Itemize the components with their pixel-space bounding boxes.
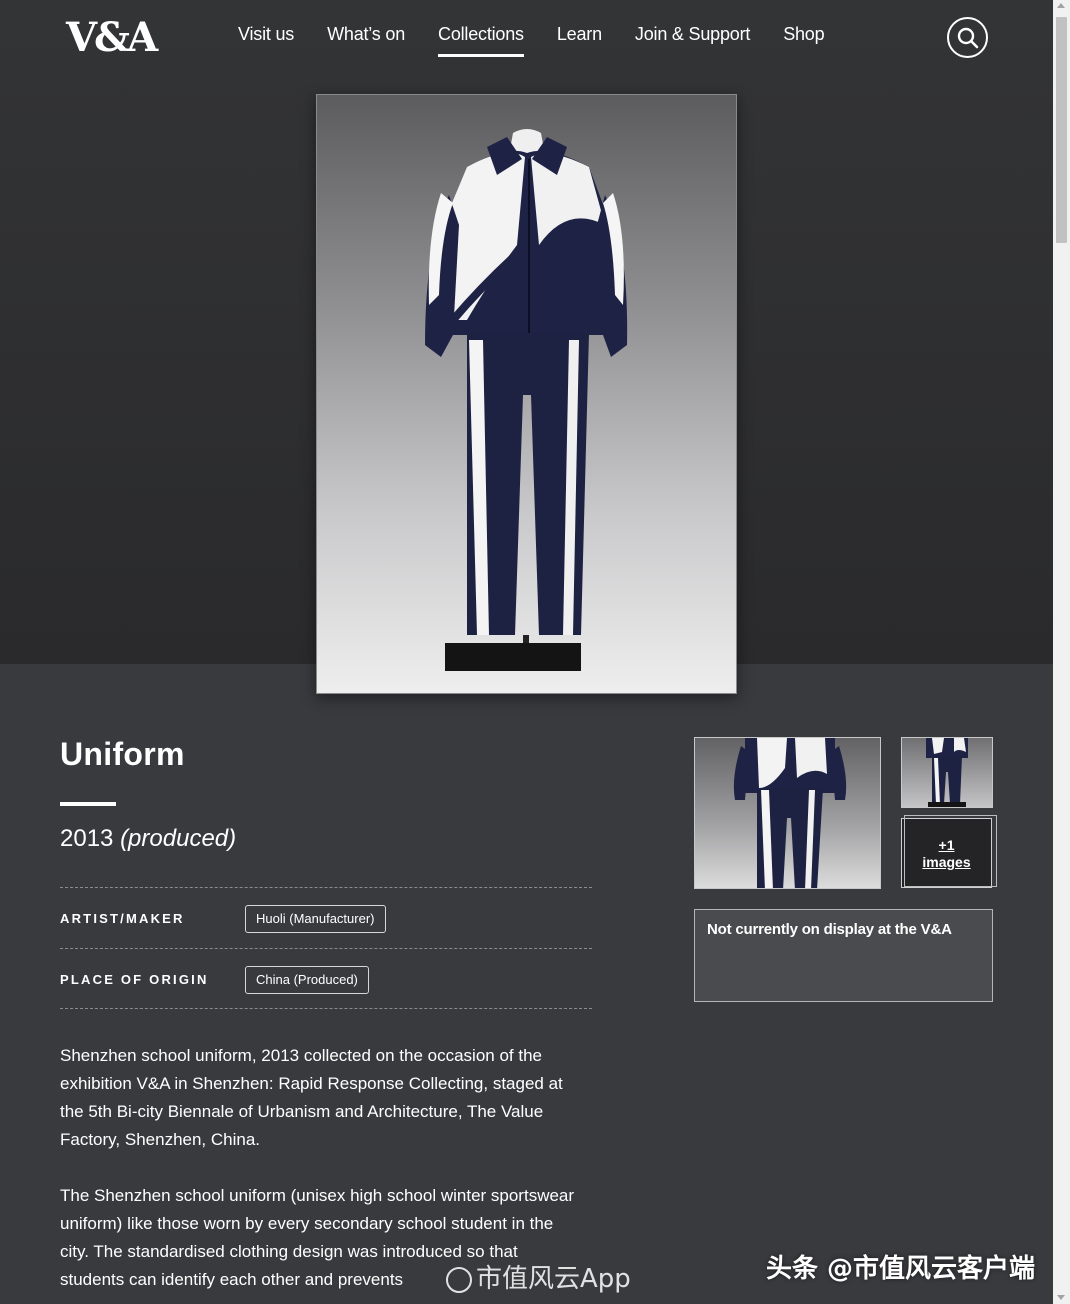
toutiao-watermark: 头条 @市值风云客户端 <box>766 1254 1036 1284</box>
nav-shop[interactable]: Shop <box>783 24 824 57</box>
artist-tag[interactable]: Huoli (Manufacturer) <box>245 905 386 933</box>
date-qualifier: (produced) <box>120 825 237 852</box>
thumbnail-image <box>733 738 847 888</box>
object-hero-image[interactable] <box>316 94 737 694</box>
detail-label: ARTIST/MAKER <box>60 911 185 926</box>
uniform-illustration <box>425 129 628 671</box>
scroll-thumb[interactable] <box>1056 17 1067 243</box>
nav-visit-us[interactable]: Visit us <box>238 24 294 57</box>
detail-row-artist: ARTIST/MAKER Huoli (Manufacturer) <box>60 887 592 948</box>
nav-collections[interactable]: Collections <box>438 24 524 57</box>
more-images-count: +1 <box>938 837 955 853</box>
more-images-label: images <box>922 854 971 870</box>
nav-whats-on[interactable]: What’s on <box>327 24 405 57</box>
object-title: Uniform <box>60 736 185 772</box>
detail-label: PLACE OF ORIGIN <box>60 972 209 987</box>
more-images-button[interactable]: +1 images <box>901 815 997 888</box>
object-date: 2013 (produced) <box>60 825 236 853</box>
scroll-down-arrow-icon[interactable] <box>1057 1295 1065 1300</box>
detail-row-origin: PLACE OF ORIGIN China (Produced) <box>60 948 592 1009</box>
object-details: ARTIST/MAKER Huoli (Manufacturer) PLACE … <box>60 887 592 1009</box>
nav-join-support[interactable]: Join & Support <box>635 24 750 57</box>
display-status: Not currently on display at the V&A <box>694 909 993 1002</box>
date-year: 2013 <box>60 825 114 852</box>
main-nav: Visit us What’s on Collections Learn Joi… <box>238 24 857 57</box>
title-divider <box>60 802 116 806</box>
weibo-icon <box>446 1266 472 1293</box>
thumbnail-image <box>926 738 968 807</box>
va-logo[interactable]: V&A <box>66 16 158 60</box>
search-icon <box>957 27 979 49</box>
origin-tag[interactable]: China (Produced) <box>245 966 369 994</box>
page-scrollbar[interactable] <box>1053 0 1070 1304</box>
nav-learn[interactable]: Learn <box>557 24 602 57</box>
thumbnail-main[interactable] <box>694 737 881 889</box>
search-button[interactable] <box>947 17 988 58</box>
weibo-watermark: 市值风云App <box>446 1258 631 1295</box>
description-paragraph: Shenzhen school uniform, 2013 collected … <box>60 1046 563 1149</box>
weibo-watermark-text: 市值风云App <box>476 1264 631 1294</box>
thumbnail-secondary[interactable] <box>901 737 993 808</box>
scroll-up-arrow-icon[interactable] <box>1057 3 1065 8</box>
